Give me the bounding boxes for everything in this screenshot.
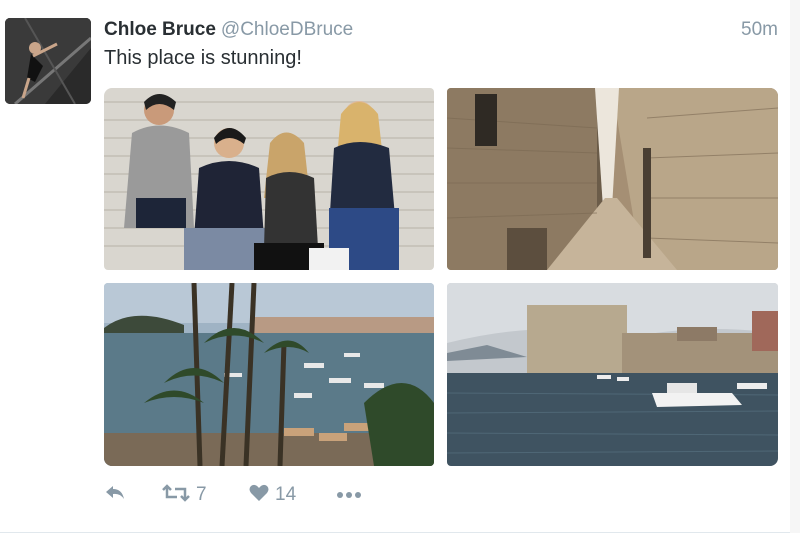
tweet-text: This place is stunning! xyxy=(104,47,302,69)
author-handle[interactable]: @ChloeDBruce xyxy=(221,19,353,40)
reply-icon xyxy=(104,484,126,507)
tweet-timestamp[interactable]: 50m xyxy=(741,19,778,41)
heart-icon xyxy=(249,484,269,507)
like-count: 14 xyxy=(275,484,297,505)
photo-stone-alley[interactable] xyxy=(447,88,778,270)
tweet: Chloe Bruce @ChloeDBruce 50m This place i… xyxy=(0,0,800,533)
scrollbar[interactable] xyxy=(790,0,800,533)
photo-group-on-stairs[interactable] xyxy=(104,88,434,270)
more-dots-icon xyxy=(336,486,362,504)
retweet-button[interactable]: 7 xyxy=(162,483,207,507)
retweet-icon xyxy=(162,483,190,508)
photo-harbour-palms[interactable] xyxy=(104,283,434,466)
author-name[interactable]: Chloe Bruce xyxy=(104,19,216,40)
tweet-actions: 7 14 xyxy=(104,483,404,507)
photo-fortress-harbour[interactable] xyxy=(447,283,778,466)
reply-button[interactable] xyxy=(104,483,126,507)
retweet-count: 7 xyxy=(196,484,207,505)
like-button[interactable]: 14 xyxy=(249,483,296,507)
more-button[interactable] xyxy=(336,483,362,507)
avatar[interactable] xyxy=(5,18,91,104)
tweet-header: Chloe Bruce @ChloeDBruce 50m xyxy=(104,19,780,43)
